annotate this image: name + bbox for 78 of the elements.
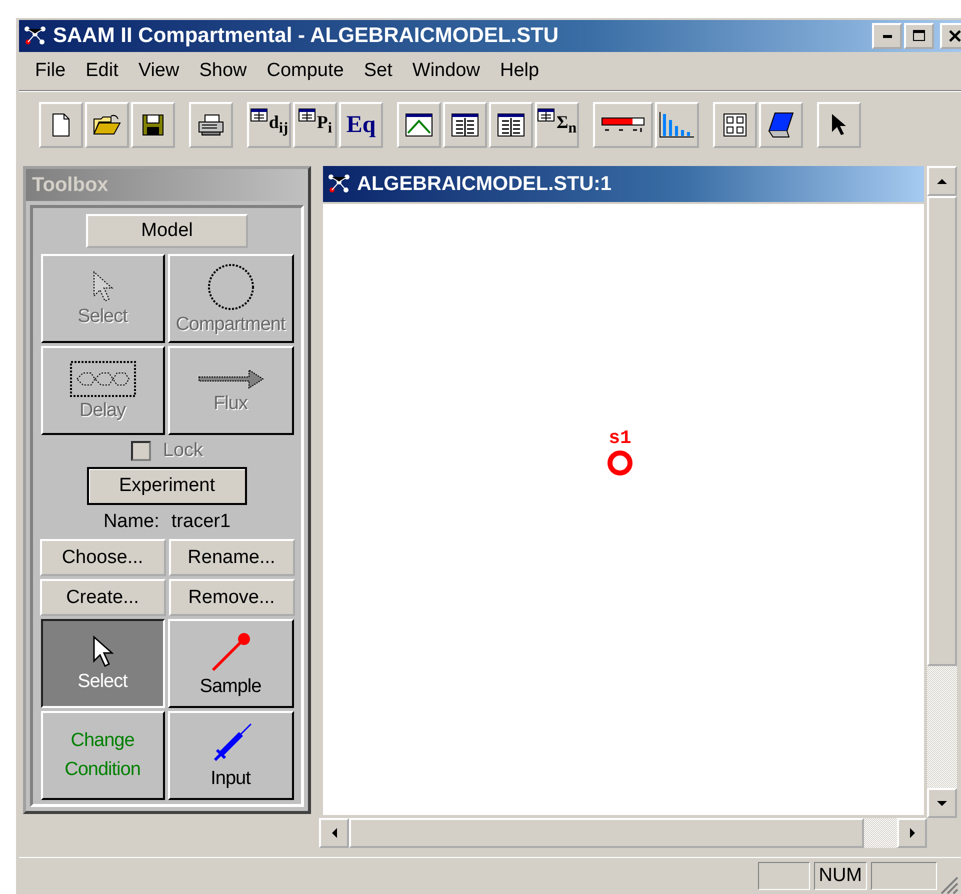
toolbar-button[interactable]	[655, 102, 699, 148]
line-chart-icon	[405, 113, 433, 137]
blank-page-icon	[51, 113, 71, 137]
down-arrow-icon	[937, 800, 947, 806]
delay-chain-icon	[68, 360, 136, 398]
toolbar-button[interactable]: Σ$_{n}$	[535, 102, 579, 148]
pointer-icon	[831, 113, 847, 137]
toolbar-button[interactable]: P$_{i}$	[293, 102, 337, 148]
horizontal-scrollbar[interactable]	[319, 818, 927, 848]
maximize-button[interactable]	[904, 23, 934, 49]
menu-item[interactable]: Help	[490, 60, 550, 82]
right-arrow-icon	[910, 828, 914, 838]
molecule-icon	[327, 173, 351, 195]
spreadsheet-icon	[497, 113, 525, 137]
menu-item[interactable]: File	[25, 60, 76, 82]
experiment-action-button[interactable]: Rename...	[168, 539, 294, 576]
name-value: tracer1	[171, 511, 231, 533]
toolbar-button[interactable]	[85, 102, 129, 148]
resize-grip-icon	[941, 877, 958, 894]
tool-button[interactable]: Sample	[168, 619, 294, 708]
up-arrow-icon	[937, 178, 947, 184]
experiment-action-button[interactable]: Remove...	[168, 579, 294, 616]
experiment-action-button[interactable]: Choose...	[40, 539, 166, 576]
status-pane	[871, 862, 937, 890]
bar-chart-icon	[659, 112, 695, 138]
scroll-thumb[interactable]	[927, 196, 957, 666]
molecule-icon	[23, 25, 47, 47]
toolbar-button[interactable]	[443, 102, 487, 148]
notebook-icon	[767, 111, 795, 139]
tool-button[interactable]: Select	[40, 619, 164, 708]
toolbar-button[interactable]	[189, 102, 233, 148]
maximize-icon	[912, 29, 926, 43]
experiment-button[interactable]: Experiment	[87, 467, 247, 505]
window-title: SAAM II Compartmental - ALGEBRAICMODEL.STU	[53, 24, 560, 48]
grid-icon	[723, 113, 747, 137]
toolbar-button[interactable]	[593, 102, 653, 148]
toolbar-button[interactable]: Eq	[339, 102, 383, 148]
toolbar-button[interactable]	[759, 102, 803, 148]
table-icon	[298, 108, 316, 122]
spreadsheet-icon	[451, 113, 479, 137]
left-arrow-icon	[332, 828, 336, 838]
experiment-action-button[interactable]: Create...	[40, 579, 166, 616]
table-icon	[537, 108, 556, 122]
menu-item[interactable]: Edit	[76, 60, 128, 82]
close-button[interactable]	[940, 23, 961, 49]
pointer-icon	[92, 270, 114, 304]
toolbar-button[interactable]	[713, 102, 757, 148]
circle-icon	[206, 262, 256, 312]
status-pane	[758, 862, 810, 890]
toolbar-button[interactable]	[131, 102, 175, 148]
tool-button[interactable]: Input	[168, 711, 294, 800]
pointer-icon	[92, 634, 114, 668]
menu-item[interactable]: Compute	[256, 60, 354, 82]
toolbar-button[interactable]: d$_{ij}$	[247, 102, 291, 148]
printer-icon	[197, 114, 225, 136]
progress-bar-icon	[601, 115, 645, 135]
document-title: ALGEBRAICMODEL.STU:1	[357, 172, 612, 196]
vertical-scrollbar[interactable]	[927, 166, 957, 818]
menu-item[interactable]: Show	[189, 60, 257, 82]
minimize-icon	[882, 34, 892, 38]
minimize-button[interactable]	[872, 23, 902, 49]
close-icon	[948, 29, 961, 43]
model-button[interactable]: Model	[86, 214, 248, 248]
toolbar-button[interactable]	[397, 102, 441, 148]
menu-item[interactable]: Set	[354, 60, 402, 82]
scroll-thumb[interactable]	[349, 818, 864, 848]
toolbar-button[interactable]	[489, 102, 533, 148]
name-label: Name:	[103, 511, 160, 533]
sample-label: s1	[608, 428, 632, 449]
toolbar-button[interactable]	[817, 102, 861, 148]
folder-icon	[93, 114, 121, 136]
menu-item[interactable]: Window	[402, 60, 490, 82]
toolbar-button[interactable]	[39, 102, 83, 148]
menu-item[interactable]: View	[128, 60, 190, 82]
status-indicator: NUM	[814, 862, 867, 890]
sample-node[interactable]	[606, 448, 634, 477]
lock-label: Lock	[162, 440, 204, 462]
table-icon	[250, 108, 268, 122]
